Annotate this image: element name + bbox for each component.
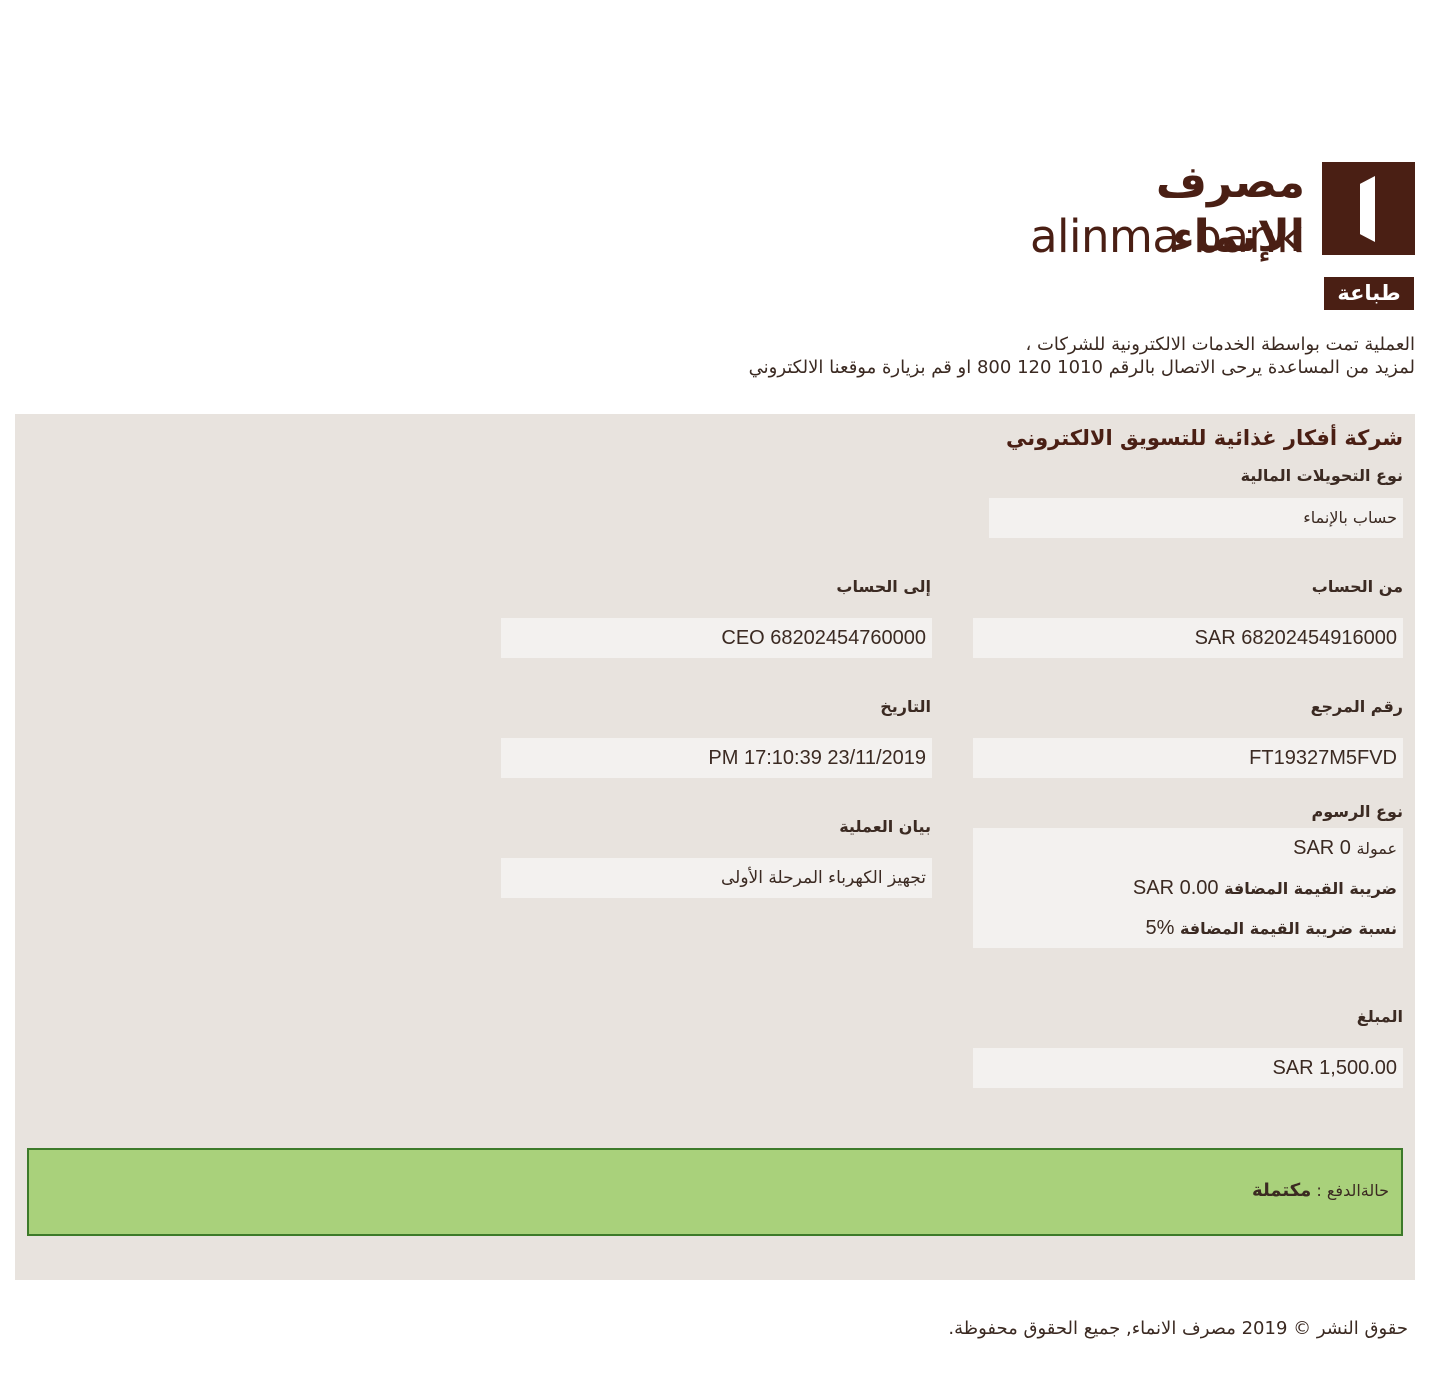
vat-line: ضريبة القيمة المضافة SAR 0.00 bbox=[973, 868, 1403, 908]
vat-rate-label: نسبة ضريبة القيمة المضافة bbox=[1179, 919, 1397, 938]
info-text-line2: لمزيد من المساعدة يرحى الاتصال بالرقم 10… bbox=[748, 357, 1415, 378]
info-text-line1: العملية تمت بواسطة الخدمات الالكترونية ل… bbox=[1025, 334, 1415, 355]
commission-line: عمولة SAR 0 bbox=[973, 828, 1403, 868]
to-account-value: CEO 68202454760000 bbox=[501, 618, 932, 658]
reference-label: رقم المرجع bbox=[1310, 697, 1403, 716]
to-account-label: إلى الحساب bbox=[836, 577, 931, 596]
from-account-label: من الحساب bbox=[1311, 577, 1403, 596]
commission-label: عمولة bbox=[1356, 839, 1397, 858]
bank-logo-mark bbox=[1322, 162, 1415, 255]
amount-label: المبلغ bbox=[1356, 1007, 1403, 1026]
vat-label: ضريبة القيمة المضافة bbox=[1224, 879, 1397, 898]
transfer-type-value: حساب بالإنماء bbox=[989, 498, 1403, 538]
description-value: تجهيز الكهرباء المرحلة الأولى bbox=[501, 858, 932, 898]
date-label: التاريخ bbox=[880, 697, 931, 716]
date-value: PM 17:10:39 23/11/2019 bbox=[501, 738, 932, 778]
payment-status-box: حالةالدفع : مكتملة bbox=[27, 1148, 1403, 1236]
payment-status-label: حالةالدفع : bbox=[1316, 1181, 1389, 1200]
vat-rate-value: 5% bbox=[1145, 917, 1175, 939]
reference-value: FT19327M5FVD bbox=[973, 738, 1403, 778]
fees-label: نوع الرسوم bbox=[1311, 802, 1403, 821]
payment-status-value: مكتملة bbox=[1252, 1180, 1312, 1201]
company-name: شركة أفكار غذائية للتسويق الالكتروني bbox=[1005, 426, 1403, 450]
from-account-value: SAR 68202454916000 bbox=[973, 618, 1403, 658]
vat-rate-line: نسبة ضريبة القيمة المضافة 5% bbox=[973, 908, 1403, 948]
print-button[interactable]: طباعة bbox=[1324, 277, 1414, 310]
transfer-type-label: نوع التحويلات المالية bbox=[1240, 466, 1403, 485]
commission-value: SAR 0 bbox=[1293, 837, 1351, 859]
bank-logo-english: alinma bank bbox=[1029, 210, 1303, 263]
fees-box: عمولة SAR 0 ضريبة القيمة المضافة SAR 0.0… bbox=[973, 828, 1403, 948]
copyright-text: حقوق النشر © 2019 مصرف الانماء, جميع الح… bbox=[948, 1318, 1408, 1339]
payment-status: حالةالدفع : مكتملة bbox=[1252, 1180, 1389, 1201]
vat-value: SAR 0.00 bbox=[1132, 877, 1219, 899]
description-label: بيان العملية bbox=[839, 817, 931, 836]
amount-value: SAR 1,500.00 bbox=[973, 1048, 1403, 1088]
